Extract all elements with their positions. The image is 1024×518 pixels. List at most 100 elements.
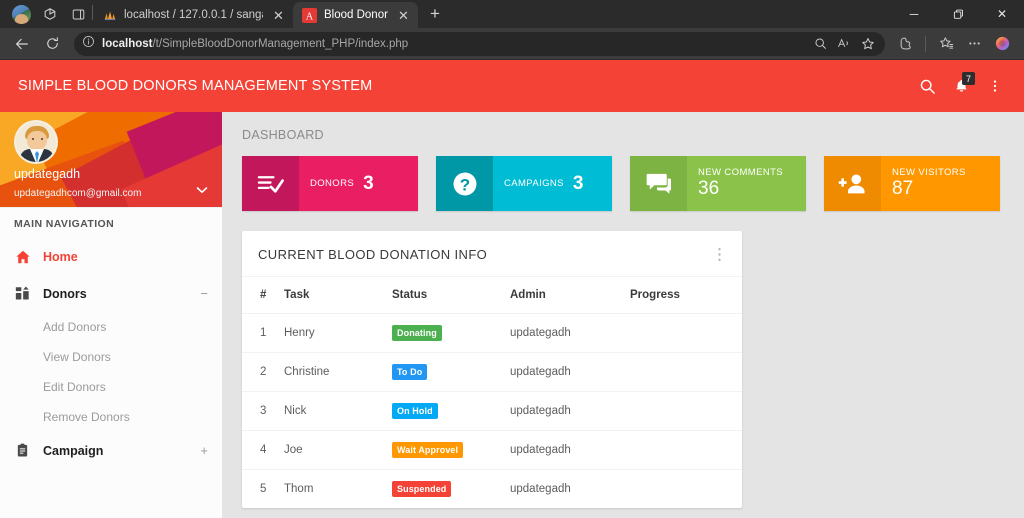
sidebar-item-campaign[interactable]: Campaign +	[0, 432, 222, 469]
copilot-icon[interactable]	[989, 30, 1016, 58]
panel-title: CURRENT BLOOD DONATION INFO	[258, 247, 488, 263]
status-badge: On Hold	[392, 403, 438, 420]
question-circle-icon: ?	[436, 156, 493, 211]
tab-close-icon[interactable]: ✕	[395, 7, 412, 24]
sidebar-item-home[interactable]: Home	[0, 238, 222, 275]
comments-icon	[630, 156, 687, 211]
sidebar-item-donors[interactable]: Donors −	[0, 275, 222, 312]
collections-icon[interactable]	[933, 30, 960, 58]
cell-progress	[630, 469, 742, 509]
window-controls: ─ ✕	[892, 0, 1024, 28]
stat-card-body: CAMPAIGNS 3	[493, 156, 583, 211]
column-header-task: Task	[284, 289, 310, 302]
stat-card-label: DONORS	[310, 178, 355, 189]
donation-table: # Task Status Admin Progress 1 Henry Don…	[242, 277, 742, 509]
svg-text:?: ?	[459, 175, 469, 194]
browser-window: localhost / 127.0.0.1 / sangamdb ✕ A Blo…	[0, 0, 1024, 518]
sidebar-subitem-view-donors[interactable]: View Donors	[0, 342, 222, 372]
column-header-admin: Admin	[510, 289, 546, 302]
omnibox-actions	[809, 33, 879, 55]
sidebar: updategadh updategadhcom@gmail.com MAIN …	[0, 112, 222, 518]
stat-card-body: DONORS 3	[299, 156, 374, 211]
back-icon[interactable]	[8, 30, 36, 58]
cell-task: Joe	[284, 430, 392, 470]
blood-donor-favicon: A	[302, 7, 317, 23]
chevron-down-icon[interactable]	[196, 183, 208, 197]
cell-number: 5	[242, 469, 284, 509]
table-row[interactable]: 4 Joe Wait Approvel updategadh	[242, 430, 742, 470]
maximize-button[interactable]	[936, 0, 980, 28]
new-tab-button[interactable]: +	[422, 2, 448, 26]
app-header: SIMPLE BLOOD DONORS MANAGEMENT SYSTEM 7	[0, 60, 1024, 112]
clipboard-icon	[14, 442, 31, 459]
browser-essentials-icon[interactable]	[893, 30, 920, 58]
home-icon	[14, 248, 31, 265]
browser-toolbar: localhost/t/SimpleBloodDonorManagement_P…	[0, 28, 1024, 60]
avatar	[14, 120, 58, 164]
stat-card-campaigns[interactable]: ? CAMPAIGNS 3	[436, 156, 612, 211]
web-page: SIMPLE BLOOD DONORS MANAGEMENT SYSTEM 7	[0, 60, 1024, 518]
cell-number: 3	[242, 391, 284, 431]
stat-card-value: 3	[572, 172, 584, 194]
status-badge: Wait Approvel	[392, 442, 464, 459]
svg-text:A: A	[306, 11, 314, 22]
favorite-icon[interactable]	[857, 33, 879, 55]
stat-card-label: CAMPAIGNS	[504, 178, 564, 189]
more-vertical-icon[interactable]	[713, 247, 726, 262]
tab-title: localhost / 127.0.0.1 / sangamdb	[124, 9, 263, 21]
read-aloud-icon[interactable]	[833, 33, 855, 55]
cell-status: Donating	[392, 313, 510, 353]
stat-card-new-visitors[interactable]: NEW VISITORS 87	[824, 156, 1000, 211]
site-info-icon[interactable]	[82, 35, 95, 53]
stat-card-label: NEW COMMENTS	[698, 167, 784, 178]
stat-card-value: 36	[698, 178, 720, 199]
close-button[interactable]: ✕	[980, 0, 1024, 28]
table-row[interactable]: 5 Thom Suspended updategadh	[242, 469, 742, 509]
status-badge: Donating	[392, 325, 442, 342]
cell-admin: updategadh	[510, 469, 630, 509]
column-header-number: #	[260, 289, 267, 302]
tab-close-icon[interactable]: ✕	[270, 7, 287, 24]
settings-more-icon[interactable]	[961, 30, 988, 58]
donors-grid-icon	[14, 285, 31, 302]
nav-section-label: MAIN NAVIGATION	[0, 207, 222, 238]
cell-admin: updategadh	[510, 391, 630, 431]
stat-card-value: 87	[892, 178, 914, 199]
minimize-button[interactable]: ─	[892, 0, 936, 28]
tab-search-icon[interactable]	[36, 1, 64, 27]
browser-profile-avatar[interactable]	[12, 5, 31, 24]
table-header-row: # Task Status Admin Progress	[242, 277, 742, 314]
notifications-bell-icon[interactable]: 7	[946, 71, 976, 101]
search-icon[interactable]	[912, 71, 942, 101]
browser-tab-phpmyadmin[interactable]: localhost / 127.0.0.1 / sangamdb ✕	[93, 2, 293, 28]
main-content: DASHBOARD DONORS 3 ? CAMPAIGNS 3 NEW COM…	[222, 112, 1024, 518]
search-page-icon[interactable]	[809, 33, 831, 55]
address-bar[interactable]: localhost/t/SimpleBloodDonorManagement_P…	[74, 31, 885, 56]
sidebar-item-label: Campaign	[43, 443, 104, 458]
stat-card-donors[interactable]: DONORS 3	[242, 156, 418, 211]
phpmyadmin-icon	[102, 8, 117, 23]
sidebar-subitem-add-donors[interactable]: Add Donors	[0, 312, 222, 342]
cell-admin: updategadh	[510, 313, 630, 353]
more-vertical-icon[interactable]	[980, 71, 1010, 101]
table-row[interactable]: 2 Christine To Do updategadh	[242, 352, 742, 392]
add-user-icon	[824, 156, 881, 211]
address-text: localhost/t/SimpleBloodDonorManagement_P…	[102, 38, 408, 50]
table-row[interactable]: 3 Nick On Hold updategadh	[242, 391, 742, 431]
refresh-icon[interactable]	[38, 30, 66, 58]
table-row[interactable]: 1 Henry Donating updategadh	[242, 313, 742, 353]
browser-tabstrip: localhost / 127.0.0.1 / sangamdb ✕ A Blo…	[0, 0, 1024, 28]
sidebar-item-sign: −	[200, 286, 208, 301]
stat-card-new-comments[interactable]: NEW COMMENTS 36	[630, 156, 806, 211]
stat-cards: DONORS 3 ? CAMPAIGNS 3 NEW COMMENTS 36 N…	[222, 142, 1024, 211]
cell-progress	[630, 391, 742, 431]
stat-card-value: 3	[363, 172, 374, 194]
cell-task: Thom	[284, 469, 392, 509]
browser-tab-blood-donor[interactable]: A Blood Donor ✕	[293, 2, 418, 28]
tab-title: Blood Donor	[324, 9, 388, 21]
sidebar-subitem-edit-donors[interactable]: Edit Donors	[0, 372, 222, 402]
cell-status: Wait Approvel	[392, 430, 510, 470]
split-screen-icon[interactable]	[64, 1, 92, 27]
sidebar-subitem-remove-donors[interactable]: Remove Donors	[0, 402, 222, 432]
sidebar-user-panel[interactable]: updategadh updategadhcom@gmail.com	[0, 112, 222, 207]
